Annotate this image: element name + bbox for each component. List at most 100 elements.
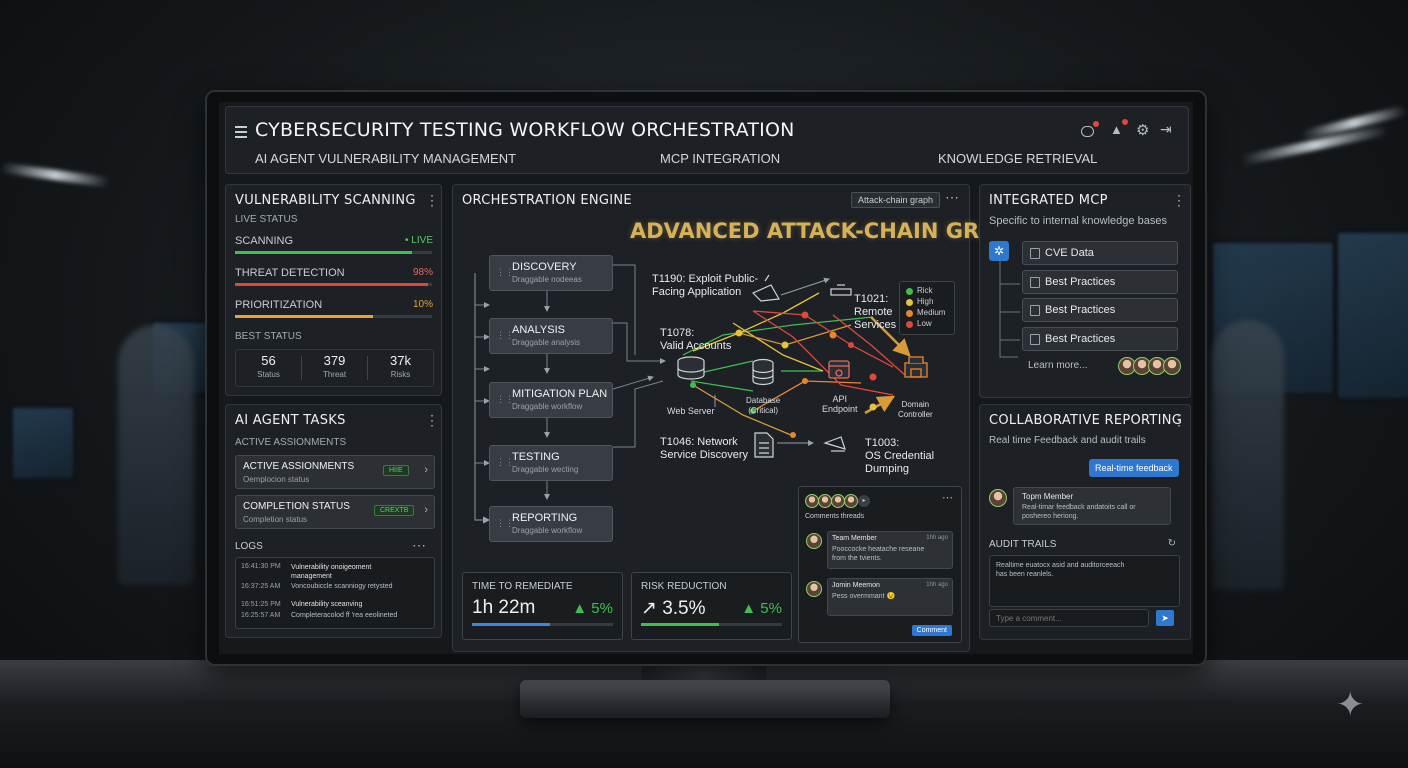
- workflow-node-reporting[interactable]: ⋮⋮ REPORTING Draggable workflow: [489, 506, 613, 542]
- task-sub: Oemplocion status: [243, 475, 310, 484]
- metric-progress: [641, 623, 782, 626]
- logs-more-icon[interactable]: ⋯: [412, 537, 426, 554]
- more-avatars-icon[interactable]: ▸: [858, 495, 870, 507]
- mcp-hub-icon[interactable]: ✲: [989, 241, 1009, 261]
- workflow-spine: [474, 273, 491, 524]
- nav-tab-ai-agent[interactable]: AI AGENT VULNERABILITY MANAGEMENT: [255, 151, 516, 166]
- document-icon: [1030, 334, 1040, 345]
- mcp-item-label: CVE Data: [1045, 247, 1094, 259]
- domain-controller-icon: [904, 356, 928, 378]
- comment-time: 1hh ago: [926, 582, 948, 588]
- attack-chain-tag[interactable]: Attack-chain graph: [851, 192, 941, 208]
- remote-router-icon: [830, 284, 852, 296]
- log-text: Voncoubiccle scanniogy retysted: [291, 583, 393, 590]
- mcp-item-label: Best Practices: [1045, 304, 1116, 316]
- asset-database[interactable]: Database (Critical): [746, 396, 780, 416]
- task-item[interactable]: ACTIVE ASSIONMENTS Oemplocion status HII…: [235, 455, 435, 489]
- threat-detection-progress-fill: [235, 283, 429, 286]
- metric-progress-fill: [641, 623, 719, 626]
- threat-detection-value: 98%: [412, 267, 433, 278]
- panel-title: ORCHESTRATION ENGINE: [462, 193, 632, 208]
- more-options-icon[interactable]: ⋮: [1172, 412, 1186, 429]
- comments-title: Comments threads: [805, 513, 865, 520]
- workflow-node-testing[interactable]: ⋮⋮ TESTING Draggable wecting: [489, 445, 613, 481]
- legend-label: Low: [917, 319, 932, 328]
- asset-api-endpoint[interactable]: API Endpoint: [822, 394, 858, 414]
- monitor-base: [520, 680, 890, 718]
- metric-label: RISK REDUCTION: [641, 581, 727, 592]
- learn-more-link[interactable]: Learn more...: [1028, 360, 1087, 371]
- more-options-icon[interactable]: ⋯: [945, 189, 959, 206]
- audit-trail-box: Realtime euatocx asid and auditorceeach …: [989, 555, 1180, 607]
- avatar: [989, 489, 1007, 507]
- log-text: Vulnerability onoigeoment management: [291, 564, 372, 580]
- mcp-item-best-practices[interactable]: Best Practices: [1022, 270, 1178, 294]
- comment-input[interactable]: [989, 609, 1149, 627]
- technique-t1046[interactable]: T1046: Network Service Discovery: [660, 436, 748, 462]
- more-options-icon[interactable]: ⋮: [425, 412, 439, 429]
- technique-t1190[interactable]: T1190: Exploit Public- Facing Applicatio…: [652, 273, 758, 299]
- prioritization-progress: [235, 315, 432, 318]
- mcp-item-label: Best Practices: [1045, 333, 1116, 345]
- task-title: COMPLETION STATUS: [243, 501, 350, 512]
- panel-subtitle: Real time Feedback and audit trails: [989, 435, 1146, 446]
- mcp-item-cve-data[interactable]: CVE Data: [1022, 241, 1178, 265]
- menu-icon[interactable]: [235, 126, 247, 138]
- avatar: [806, 533, 822, 549]
- comment-item[interactable]: Jomin Meemon 1hh ago Pess overmmant 😉: [827, 578, 953, 616]
- avatar: [844, 494, 858, 508]
- stat-risks-value: 37k: [390, 353, 411, 368]
- stat-threat-label: Threat: [322, 370, 347, 379]
- mcp-item-best-practices[interactable]: Best Practices: [1022, 327, 1178, 351]
- document-icon: [1030, 277, 1040, 288]
- active-assignments-label: ACTIVE ASSIONMENTS: [235, 437, 347, 448]
- logout-icon[interactable]: ⇥: [1160, 121, 1172, 138]
- more-options-icon[interactable]: ⋮: [425, 192, 439, 209]
- more-options-icon[interactable]: ⋮: [1172, 192, 1186, 209]
- best-status-label: BEST STATUS: [235, 331, 302, 342]
- asset-domain-controller[interactable]: Domain Controller: [898, 400, 933, 420]
- node-desc: Draggable wecting: [512, 465, 579, 474]
- comment-item[interactable]: Team Member 1hh ago Pooccocke heatache r…: [827, 531, 953, 569]
- task-title: ACTIVE ASSIONMENTS: [243, 461, 355, 472]
- technique-t1078[interactable]: T1078: Valid Accounts: [660, 327, 731, 353]
- gear-icon[interactable]: ⚙: [1136, 121, 1149, 139]
- stat-status-value: 56: [261, 353, 276, 368]
- stat-status: 56 Status: [236, 353, 301, 379]
- asset-web-server[interactable]: Web Server: [667, 406, 714, 416]
- node-desc: Draggable workflow: [512, 402, 583, 411]
- vulnerability-scanning-panel: VULNERABILITY SCANNING ⋮ LIVE STATUS SCA…: [225, 184, 442, 396]
- nav-tab-mcp[interactable]: MCP INTEGRATION: [660, 151, 780, 166]
- refresh-icon[interactable]: ↻: [1168, 538, 1176, 549]
- metric-label: TIME TO REMEDIATE: [472, 581, 573, 592]
- legend-dot: [906, 310, 913, 317]
- technique-t1021[interactable]: T1021: Remote Services: [854, 293, 896, 332]
- comment-button[interactable]: Comment: [911, 625, 952, 636]
- chat-icon[interactable]: [1081, 121, 1099, 137]
- task-badge: CREXTB: [374, 505, 415, 516]
- mcp-item-best-practices[interactable]: Best Practices: [1022, 298, 1178, 322]
- nav-tab-knowledge[interactable]: KNOWLEDGE RETRIEVAL: [938, 151, 1097, 166]
- metric-progress: [472, 623, 613, 626]
- member-text: Real-timar feedback andatoits call or po…: [1022, 504, 1136, 520]
- metric-card-risk-reduction: RISK REDUCTION ↗ 3.5% ▲ 5%: [631, 572, 792, 640]
- notification-icon[interactable]: ▲: [1110, 119, 1128, 137]
- sparkle-watermark-icon: ✦: [1336, 686, 1365, 724]
- ai-agent-tasks-panel: AI AGENT TASKS ⋮ ACTIVE ASSIONMENTS ACTI…: [225, 404, 442, 638]
- workflow-node-analysis[interactable]: ⋮⋮ ANALYSIS Draggable analysis: [489, 318, 613, 354]
- technique-t1003[interactable]: T1003: OS Credential Dumping: [865, 437, 934, 476]
- avatar: [1163, 357, 1181, 375]
- feedback-bubble: Real-time feedback: [1089, 459, 1179, 477]
- stat-risks: 37k Risks: [368, 353, 433, 379]
- api-endpoint-icon: [828, 360, 850, 379]
- dashboard-screen: CYBERSECURITY TESTING WORKFLOW ORCHESTRA…: [219, 102, 1193, 654]
- scanning-progress: [235, 251, 432, 254]
- task-item[interactable]: COMPLETION STATUS Completion status CREX…: [235, 495, 435, 529]
- kebab-icon[interactable]: ⋯: [942, 491, 953, 504]
- workflow-node-discovery[interactable]: ⋮⋮ DISCOVERY Draggable nodeeas: [489, 255, 613, 291]
- legend-dot: [906, 288, 913, 295]
- workflow-node-mitigation-plan[interactable]: ⋮⋮ MITIGATION PLAN Draggable workflow: [489, 382, 613, 418]
- send-button[interactable]: ➤: [1156, 610, 1174, 626]
- document-icon: [1030, 248, 1040, 259]
- database-icon: [752, 358, 774, 386]
